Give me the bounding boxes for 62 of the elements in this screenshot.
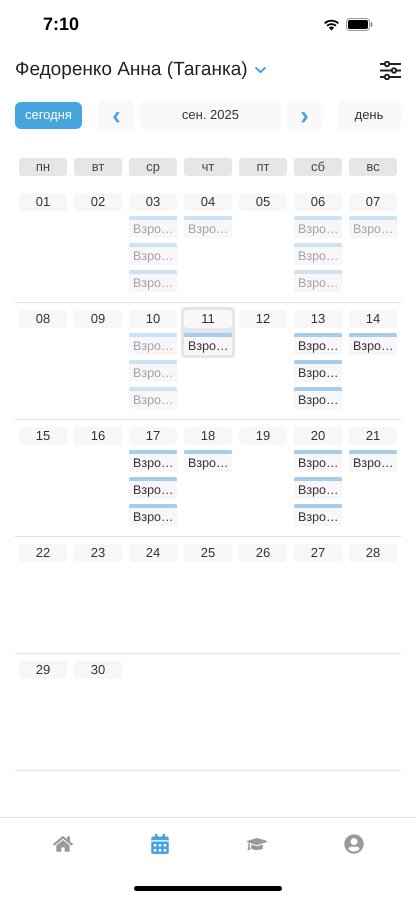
- event-label[interactable]: Взро…: [294, 391, 342, 409]
- event-label[interactable]: Взро…: [349, 454, 397, 472]
- profile-icon[interactable]: [344, 834, 364, 854]
- view-mode-button[interactable]: день: [337, 100, 401, 130]
- day-number[interactable]: 07: [349, 193, 397, 211]
- event-label[interactable]: Взро…: [184, 337, 232, 355]
- event-label[interactable]: Взро…: [294, 508, 342, 526]
- event-label[interactable]: Взро…: [294, 337, 342, 355]
- day-number[interactable]: 16: [74, 427, 122, 445]
- event-label[interactable]: Взро…: [294, 481, 342, 499]
- weekday-header: пт: [239, 158, 287, 176]
- day-number[interactable]: 27: [294, 544, 342, 562]
- event-label[interactable]: Взро…: [294, 454, 342, 472]
- weekday-header: чт: [184, 158, 232, 176]
- day-number[interactable]: 22: [19, 544, 67, 562]
- day-number[interactable]: 03: [129, 193, 177, 211]
- wifi-icon: [323, 18, 340, 30]
- day-number[interactable]: 30: [74, 661, 122, 679]
- event-label[interactable]: Взро…: [129, 454, 177, 472]
- day-number[interactable]: 01: [19, 193, 67, 211]
- day-number[interactable]: 20: [294, 427, 342, 445]
- weekday-header: вс: [349, 158, 397, 176]
- day-number[interactable]: 19: [239, 427, 287, 445]
- day-number[interactable]: 08: [19, 310, 67, 328]
- day-number[interactable]: 11: [184, 310, 232, 328]
- event-label[interactable]: Взро…: [349, 337, 397, 355]
- weekday-header: ср: [129, 158, 177, 176]
- day-number[interactable]: 23: [74, 544, 122, 562]
- calendar-icon[interactable]: [150, 834, 170, 854]
- weekday-header: вт: [74, 158, 122, 176]
- day-number[interactable]: 28: [349, 544, 397, 562]
- selected-day[interactable]: 11 Взро…: [181, 307, 235, 358]
- day-number[interactable]: 14: [349, 310, 397, 328]
- day-number[interactable]: 13: [294, 310, 342, 328]
- day-number[interactable]: 06: [294, 193, 342, 211]
- filter-icon[interactable]: [380, 60, 401, 80]
- day-number[interactable]: 10: [129, 310, 177, 328]
- day-number[interactable]: 15: [19, 427, 67, 445]
- chevron-down-icon[interactable]: [254, 66, 267, 74]
- event-label[interactable]: Взро…: [129, 481, 177, 499]
- event-label[interactable]: Взро…: [129, 508, 177, 526]
- day-number[interactable]: 29: [19, 661, 67, 679]
- day-number[interactable]: 24: [129, 544, 177, 562]
- day-number[interactable]: 05: [239, 193, 287, 211]
- weekday-header: сб: [294, 158, 342, 176]
- day-number[interactable]: 02: [74, 193, 122, 211]
- home-icon[interactable]: [52, 834, 72, 854]
- day-number[interactable]: 18: [184, 427, 232, 445]
- day-number[interactable]: 17: [129, 427, 177, 445]
- day-number[interactable]: 12: [239, 310, 287, 328]
- day-number[interactable]: 04: [184, 193, 232, 211]
- month-label: сен. 2025: [140, 100, 281, 130]
- day-number[interactable]: 26: [239, 544, 287, 562]
- day-number[interactable]: 09: [74, 310, 122, 328]
- day-number[interactable]: 25: [184, 544, 232, 562]
- weekday-header: пн: [19, 158, 67, 176]
- day-number[interactable]: 21: [349, 427, 397, 445]
- account-name[interactable]: Федоренко Анна (Таганка): [15, 56, 248, 84]
- event-label[interactable]: Взро…: [184, 454, 232, 472]
- battery-icon: [346, 18, 373, 30]
- event-label[interactable]: Взро…: [294, 364, 342, 382]
- status-time: 7:10: [43, 12, 80, 36]
